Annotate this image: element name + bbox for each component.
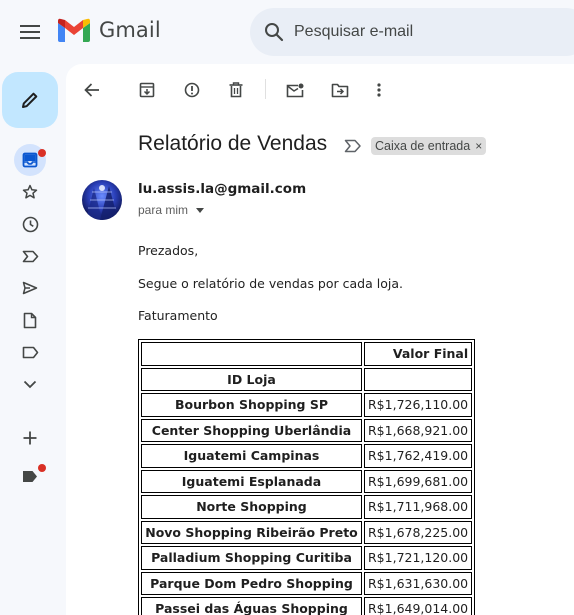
table-row: Parque Dom Pedro Shopping R$1,631,630.00 [141, 571, 473, 595]
store-name-cell: Passei das Águas Shopping [141, 597, 362, 615]
store-name-cell: Novo Shopping Ribeirão Preto [141, 520, 362, 544]
caret-down-icon [196, 207, 205, 213]
intro-text: Segue o relatório de vendas por cada loj… [138, 276, 403, 291]
more-vert-icon[interactable] [365, 76, 393, 104]
gmail-logo[interactable]: Gmail [58, 18, 161, 42]
store-name-cell: Iguatemi Campinas [141, 444, 362, 468]
archive-icon[interactable] [133, 76, 161, 104]
important-marker-icon[interactable] [344, 139, 362, 153]
pencil-icon [22, 92, 38, 108]
table-header-row: Valor Final [141, 342, 473, 366]
store-value-cell: R$1,699,681.00 [364, 469, 473, 493]
email-view: Relatório de Vendas Caixa de entrada × l… [66, 64, 574, 615]
back-arrow-icon[interactable] [78, 76, 106, 104]
hamburger-menu-icon[interactable] [14, 16, 46, 48]
table-row: Center Shopping Uberlândia R$1,668,921.00 [141, 418, 473, 442]
remove-label-button[interactable]: × [475, 139, 482, 153]
email-subject: Relatório de Vendas [138, 132, 328, 155]
header-empty-cell [141, 342, 362, 366]
search-input[interactable] [294, 23, 554, 41]
header-empty-cell [364, 367, 473, 391]
table-row: Iguatemi Campinas R$1,762,419.00 [141, 444, 473, 468]
recipient-details[interactable]: para mim [138, 203, 205, 217]
store-name-cell: Palladium Shopping Curitiba [141, 546, 362, 570]
search-bar[interactable] [250, 8, 574, 56]
mark-unread-icon[interactable] [281, 76, 309, 104]
label-chip-text: Caixa de entrada [375, 139, 471, 153]
sales-table: Valor Final ID Loja Bourbon Shopping SP R… [138, 339, 476, 615]
report-spam-icon[interactable] [178, 76, 206, 104]
inbox-notification-dot [38, 149, 46, 157]
sender-email[interactable]: lu.assis.la@gmail.com [138, 181, 306, 197]
store-value-cell: R$1,668,921.00 [364, 418, 473, 442]
star-icon[interactable] [14, 176, 46, 208]
gmail-m-icon [58, 18, 90, 42]
clock-icon[interactable] [14, 208, 46, 240]
search-icon[interactable] [262, 20, 286, 44]
store-name-cell: Bourbon Shopping SP [141, 393, 362, 417]
store-value-cell: R$1,649,014.00 [364, 597, 473, 615]
chevron-down-icon[interactable] [14, 368, 46, 400]
plus-icon[interactable] [14, 422, 46, 454]
trash-icon[interactable] [222, 76, 250, 104]
table-row: Norte Shopping R$1,711,968.00 [141, 495, 473, 519]
store-name-cell: Norte Shopping [141, 495, 362, 519]
section-heading: Faturamento [138, 308, 218, 323]
store-value-cell: R$1,762,419.00 [364, 444, 473, 468]
table-row: Iguatemi Esplanada R$1,699,681.00 [141, 469, 473, 493]
top-bar: Gmail [0, 0, 574, 64]
table-row: Novo Shopping Ribeirão Preto R$1,678,225.… [141, 520, 473, 544]
move-to-icon[interactable] [326, 76, 354, 104]
table-row: Bourbon Shopping SP R$1,726,110.00 [141, 393, 473, 417]
recipient-label: para mim [138, 203, 189, 217]
label-icon[interactable] [14, 336, 46, 368]
store-value-cell: R$1,711,968.00 [364, 495, 473, 519]
table-row: Palladium Shopping Curitiba R$1,721,120.0… [141, 546, 473, 570]
compose-button[interactable] [2, 72, 58, 128]
store-value-cell: R$1,726,110.00 [364, 393, 473, 417]
logo-text: Gmail [99, 18, 161, 42]
greeting-text: Prezados, [138, 243, 199, 258]
store-name-cell: Iguatemi Esplanada [141, 469, 362, 493]
store-value-cell: R$1,721,120.00 [364, 546, 473, 570]
send-icon[interactable] [14, 272, 46, 304]
store-value-cell: R$1,631,630.00 [364, 571, 473, 595]
navigation-rail [0, 64, 62, 615]
toolbar-divider [265, 79, 266, 99]
store-name-cell: Parque Dom Pedro Shopping [141, 571, 362, 595]
avatar[interactable] [82, 180, 122, 220]
important-icon[interactable] [14, 240, 46, 272]
document-icon[interactable] [14, 304, 46, 336]
header-value-final: Valor Final [364, 342, 473, 366]
store-value-cell: R$1,678,225.00 [364, 520, 473, 544]
store-name-cell: Center Shopping Uberlândia [141, 418, 362, 442]
table-header-row: ID Loja [141, 367, 473, 391]
label-notification-dot [38, 464, 46, 472]
table-row: Passei das Águas Shopping R$1,649,014.00 [141, 597, 473, 615]
header-id-loja: ID Loja [141, 367, 362, 391]
inbox-label-chip: Caixa de entrada × [371, 137, 487, 155]
